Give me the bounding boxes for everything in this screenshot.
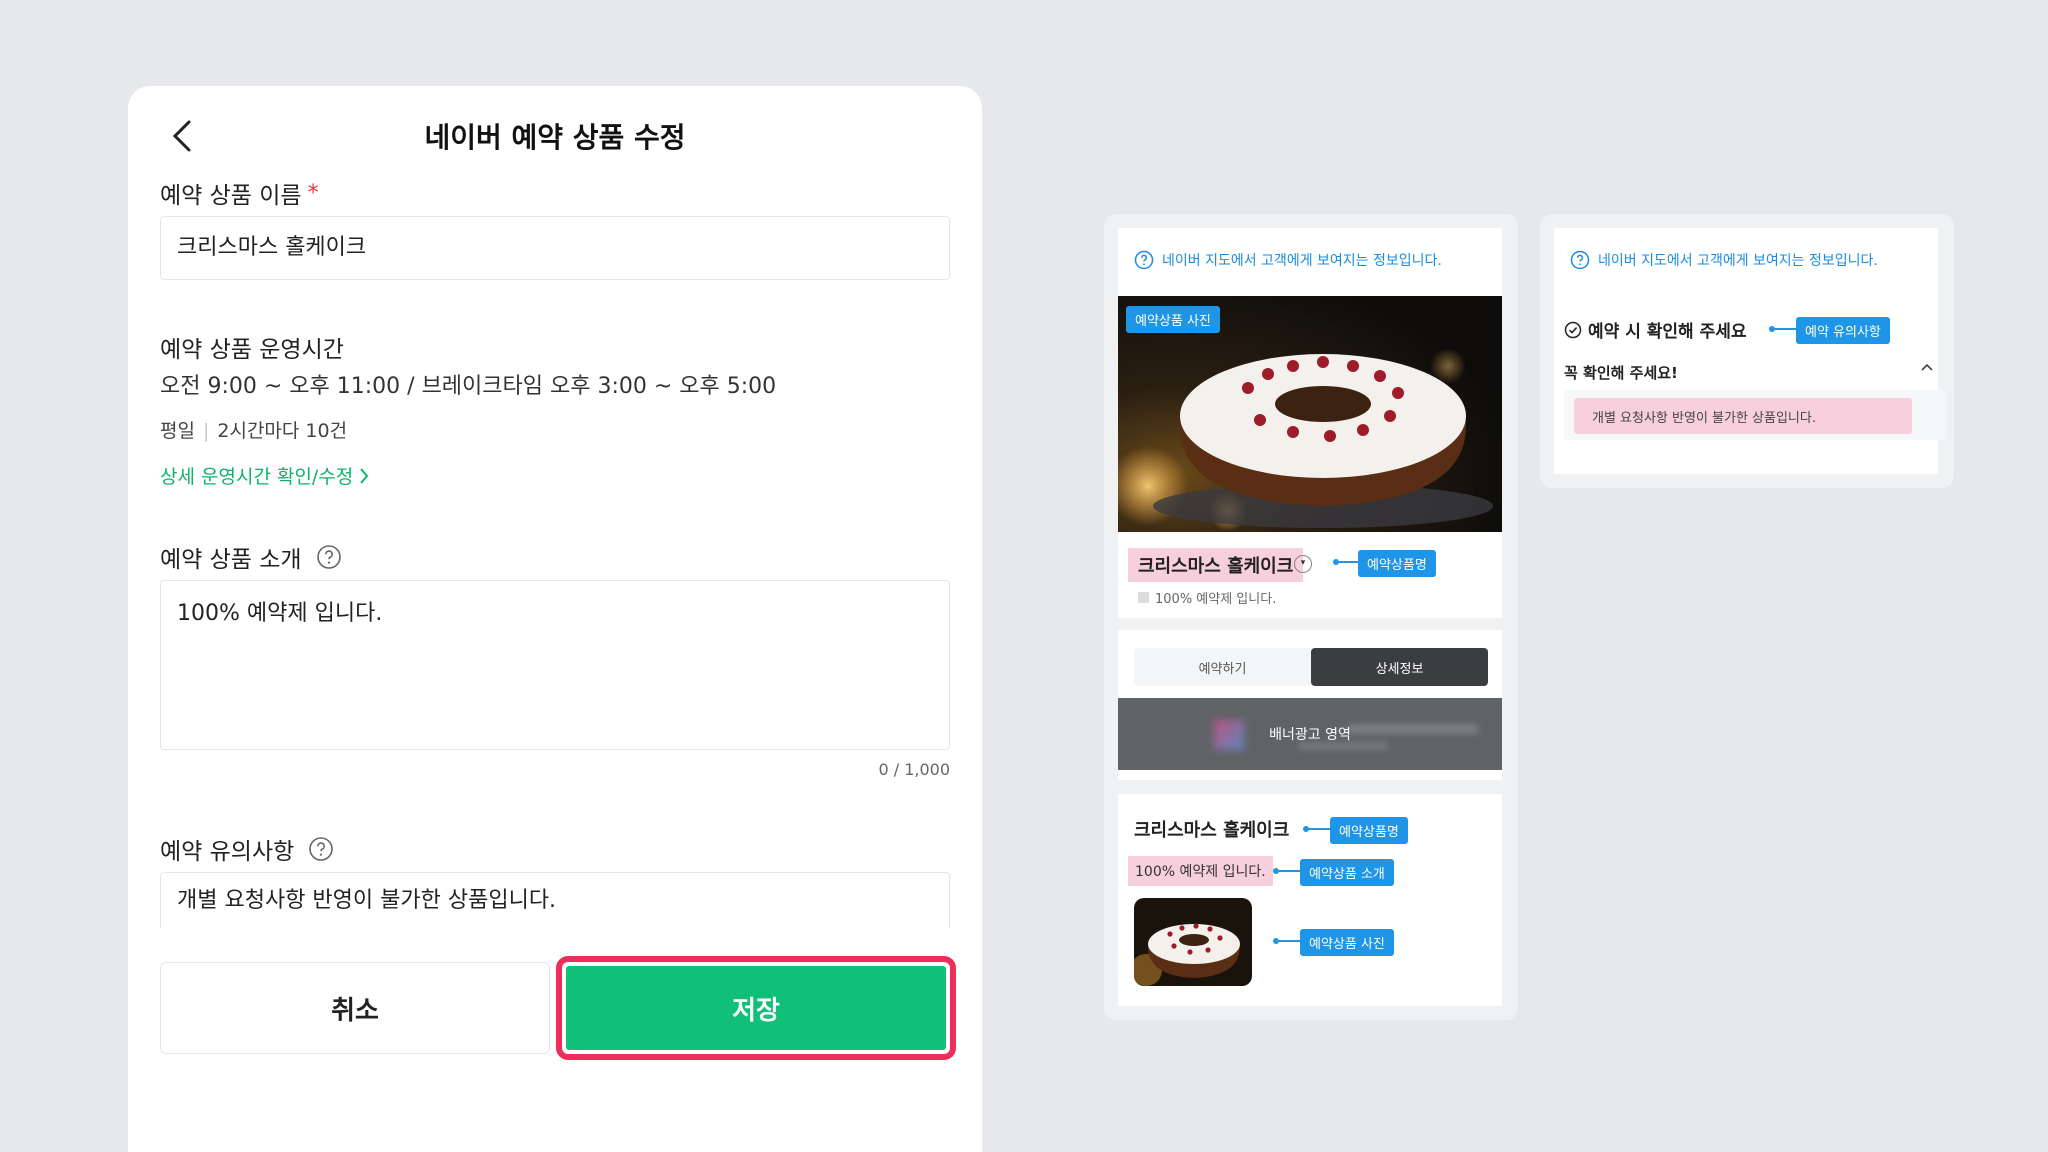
required-mark: * xyxy=(307,180,319,206)
notice-label-text: 예약 유의사항 xyxy=(160,839,295,865)
notice-tag: 예약 유의사항 xyxy=(1796,317,1890,344)
intro-label: 예약 상품 소개 xyxy=(160,540,342,574)
preview-tabs: 예약하기 상세정보 xyxy=(1134,648,1488,686)
preview-short-desc: 100% 예약제 입니다. xyxy=(1138,588,1276,607)
cake-thumbnail xyxy=(1134,898,1252,986)
detail-photo xyxy=(1134,898,1252,986)
chevron-up-icon[interactable] xyxy=(1920,362,1934,372)
notice-box: 개별 요청사항 반영이 불가한 상품입니다. xyxy=(1564,390,1946,440)
weekday-separator: | xyxy=(202,420,210,442)
notice-text: 개별 요청사항 반영이 불가한 상품입니다. xyxy=(1574,398,1912,434)
leader-line xyxy=(1303,826,1330,832)
preview-info-line: 네이버 지도에서 고객에게 보여지는 정보입니다. xyxy=(1570,250,1878,270)
detail-product-desc: 100% 예약제 입니다. xyxy=(1128,856,1273,886)
preview-info-line: 네이버 지도에서 고객에게 보여지는 정보입니다. xyxy=(1134,250,1442,270)
operating-hours-label: 예약 상품 운영시간 xyxy=(160,337,344,363)
edit-panel: 네이버 예약 상품 수정 예약 상품 이름 * 크리스마스 홀케이크 예약 상품… xyxy=(128,86,982,1152)
banner-blur-image xyxy=(1214,720,1244,750)
preview-card-notice: 네이버 지도에서 고객에게 보여지는 정보입니다. 예약 시 확인해 주세요 예… xyxy=(1540,214,1954,488)
weekday-label: 평일 xyxy=(160,420,195,442)
help-icon[interactable] xyxy=(308,836,334,862)
must-check-text: 꼭 확인해 주세요! xyxy=(1564,364,1678,382)
detail-hours-link-text: 상세 운영시간 확인/수정 xyxy=(160,466,354,488)
chevron-right-icon xyxy=(360,467,369,484)
leader-line xyxy=(1273,938,1300,944)
photo-tag: 예약상품 사진 xyxy=(1126,306,1220,333)
notice-textarea[interactable]: 개별 요청사항 반영이 불가한 상품입니다. xyxy=(160,872,950,928)
intro-label-text: 예약 상품 소개 xyxy=(160,547,302,573)
product-name-input[interactable]: 크리스마스 홀케이크 xyxy=(160,216,950,280)
banner-label: 배너광고 영역 xyxy=(1269,727,1351,743)
product-name-label: 예약 상품 이름 * xyxy=(160,176,319,210)
check-circle-icon xyxy=(1564,321,1582,338)
help-icon[interactable] xyxy=(316,544,342,570)
name-tag: 예약상품명 xyxy=(1358,550,1436,577)
detail-desc-tag: 예약상품 소개 xyxy=(1300,859,1394,886)
help-circle-icon xyxy=(1134,250,1154,270)
weekday-text: 2시간마다 10건 xyxy=(217,420,348,442)
list-icon xyxy=(1138,592,1149,603)
tab-book[interactable]: 예약하기 xyxy=(1134,648,1311,686)
tab-detail[interactable]: 상세정보 xyxy=(1311,648,1488,686)
leader-line xyxy=(1769,326,1796,332)
operating-hours-text: 오전 9:00 ~ 오후 11:00 / 브레이크타임 오후 3:00 ~ 오후… xyxy=(160,374,777,399)
product-name-label-text: 예약 상품 이름 xyxy=(160,183,302,209)
preview-card-map: 네이버 지도에서 고객에게 보여지는 정보입니다. 예약상품 사진 크리스마스 … xyxy=(1104,214,1518,1020)
preview-info-text: 네이버 지도에서 고객에게 보여지는 정보입니다. xyxy=(1162,253,1442,269)
banner-ad-area: 배너광고 영역 xyxy=(1118,698,1502,770)
leader-line xyxy=(1273,868,1300,874)
detail-name-tag: 예약상품명 xyxy=(1330,817,1408,844)
preview-info-text: 네이버 지도에서 고객에게 보여지는 정보입니다. xyxy=(1598,253,1878,269)
char-counter: 0 / 1,000 xyxy=(878,760,950,779)
detail-photo-tag: 예약상품 사진 xyxy=(1300,929,1394,956)
detail-product-name: 크리스마스 홀케이크 xyxy=(1134,820,1290,841)
cancel-button[interactable]: 취소 xyxy=(160,962,550,1054)
detail-hours-link[interactable]: 상세 운영시간 확인/수정 xyxy=(160,462,369,489)
notice-title: 예약 시 확인해 주세요 xyxy=(1564,317,1747,342)
leader-line xyxy=(1333,559,1358,565)
dropdown-icon[interactable]: ▾ xyxy=(1294,555,1312,573)
save-button[interactable]: 저장 xyxy=(566,966,946,1050)
notice-title-text: 예약 시 확인해 주세요 xyxy=(1588,322,1747,342)
must-check-row[interactable]: 꼭 확인해 주세요! xyxy=(1564,362,1934,383)
notice-label: 예약 유의사항 xyxy=(160,832,334,866)
intro-textarea[interactable]: 100% 예약제 입니다. xyxy=(160,580,950,750)
preview-product-name: 크리스마스 홀케이크 xyxy=(1128,548,1304,582)
banner-blur-text xyxy=(1348,724,1478,734)
weekday-schedule: 평일 | 2시간마다 10건 xyxy=(160,416,347,443)
page-title: 네이버 예약 상품 수정 xyxy=(424,121,686,154)
save-highlight-frame: 저장 xyxy=(556,956,956,1060)
help-circle-icon xyxy=(1570,250,1590,270)
preview-short-desc-text: 100% 예약제 입니다. xyxy=(1155,592,1277,607)
